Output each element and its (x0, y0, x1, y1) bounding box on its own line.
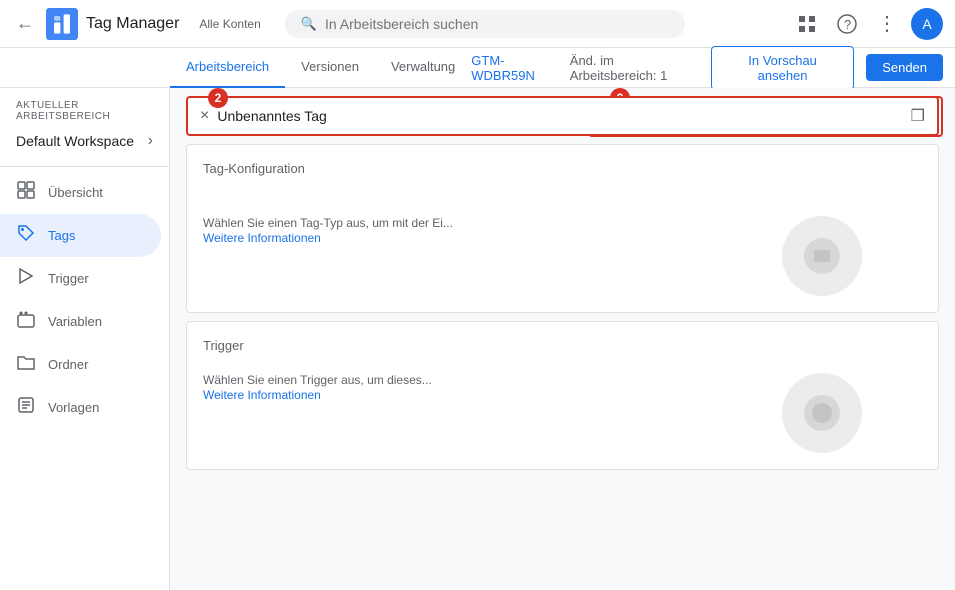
tag-name-text[interactable]: Unbenanntes Tag (217, 108, 575, 124)
more-icon-button[interactable]: ⋮ (871, 8, 903, 40)
changes-label: Änd. im Arbeitsbereich: 1 (570, 53, 699, 83)
more-icon: ⋮ (877, 11, 897, 36)
trigger-section-box[interactable]: Trigger Wählen Sie einen Trigger aus, um… (186, 321, 575, 470)
content-area: Tags 1 🔍 Neu Name ↑ Typ Auslösende Trigg… (170, 88, 955, 590)
help-icon: ? (837, 14, 857, 34)
trigger-link[interactable]: Weitere Informationen (203, 388, 321, 402)
search-icon: 🔍 (301, 16, 317, 32)
tab-versionen[interactable]: Versionen (285, 48, 375, 88)
nav-tabs: Arbeitsbereich Versionen Verwaltung GTM-… (0, 48, 955, 88)
help-icon-button[interactable]: ? (831, 8, 863, 40)
tab-verwaltung[interactable]: Verwaltung (375, 48, 471, 88)
workspace-name-button[interactable]: Default Workspace › (16, 128, 153, 154)
sidebar: AKTUELLER ARBEITSBEREICH Default Workspa… (0, 88, 170, 590)
sidebar-item-label: Vorlagen (48, 400, 99, 415)
main-layout: AKTUELLER ARBEITSBEREICH Default Workspa… (0, 88, 955, 590)
nav-right: GTM-WDBR59N Änd. im Arbeitsbereich: 1 In… (471, 46, 955, 90)
sidebar-item-label: Trigger (48, 271, 89, 286)
trigger-description: Wählen Sie einen Trigger aus, um dieses.… (203, 373, 575, 387)
sidebar-item-label: Ordner (48, 357, 88, 372)
tags-icon (16, 224, 36, 247)
container-id: GTM-WDBR59N (471, 53, 558, 83)
tag-edit-panel: 2 × Unbenanntes Tag ❒ Tag-Konfiguration … (170, 88, 575, 590)
tag-close-button[interactable]: × (200, 107, 209, 125)
tags-main: Tags 1 🔍 Neu Name ↑ Typ Auslösende Trigg… (170, 88, 575, 590)
tag-config-link[interactable]: Weitere Informationen (203, 231, 321, 245)
tag-config-title: Tag-Konfiguration (203, 161, 575, 176)
sidebar-item-trigger[interactable]: Trigger (0, 257, 161, 300)
workspace-chevron-icon: › (148, 132, 153, 150)
tag-header: 2 × Unbenanntes Tag ❒ (186, 96, 575, 136)
workspace-name-text: Default Workspace (16, 133, 134, 149)
sidebar-item-tags[interactable]: Tags (0, 214, 161, 257)
search-input[interactable] (325, 16, 669, 32)
sidebar-divider (0, 166, 169, 167)
ordner-icon (16, 353, 36, 376)
preview-button[interactable]: In Vorschau ansehen (711, 46, 854, 90)
sidebar-item-label: Tags (48, 228, 75, 243)
search-bar[interactable]: 🔍 (285, 10, 685, 38)
variablen-icon (16, 310, 36, 333)
ubersicht-icon (16, 181, 36, 204)
back-button[interactable]: ← (12, 9, 38, 38)
sidebar-item-label: Variablen (48, 314, 102, 329)
avatar-letter: A (922, 16, 931, 32)
svg-text:?: ? (844, 17, 851, 32)
user-avatar[interactable]: A (911, 8, 943, 40)
google-tag-manager-logo (46, 8, 78, 40)
top-bar: ← Tag Manager Alle Konten 🔍 ? ⋮ (0, 0, 955, 48)
app-title: Tag Manager (86, 15, 179, 33)
grid-icon (797, 14, 817, 34)
sidebar-item-vorlagen[interactable]: Vorlagen (0, 386, 161, 429)
tag-config-box[interactable]: Tag-Konfiguration Wählen Sie einen Tag-T… (186, 144, 575, 313)
send-button[interactable]: Senden (866, 54, 943, 81)
tag-config-description: Wählen Sie einen Tag-Typ aus, um mit der… (203, 216, 575, 230)
tab-arbeitsbereich[interactable]: Arbeitsbereich (170, 48, 285, 88)
sidebar-item-ordner[interactable]: Ordner (0, 343, 161, 386)
top-bar-icons: ? ⋮ A (791, 8, 943, 40)
trigger-section-title: Trigger (203, 338, 575, 353)
sidebar-item-ubersicht[interactable]: Übersicht (0, 171, 161, 214)
workspace-section: AKTUELLER ARBEITSBEREICH Default Workspa… (0, 88, 169, 162)
grid-icon-button[interactable] (791, 8, 823, 40)
sidebar-item-variablen[interactable]: Variablen (0, 300, 161, 343)
sidebar-item-label: Übersicht (48, 185, 103, 200)
badge-2: 2 (208, 88, 228, 108)
workspace-label: AKTUELLER ARBEITSBEREICH (16, 100, 153, 122)
vorlagen-icon (16, 396, 36, 419)
trigger-icon (16, 267, 36, 290)
alle-konten-link[interactable]: Alle Konten (199, 17, 260, 31)
